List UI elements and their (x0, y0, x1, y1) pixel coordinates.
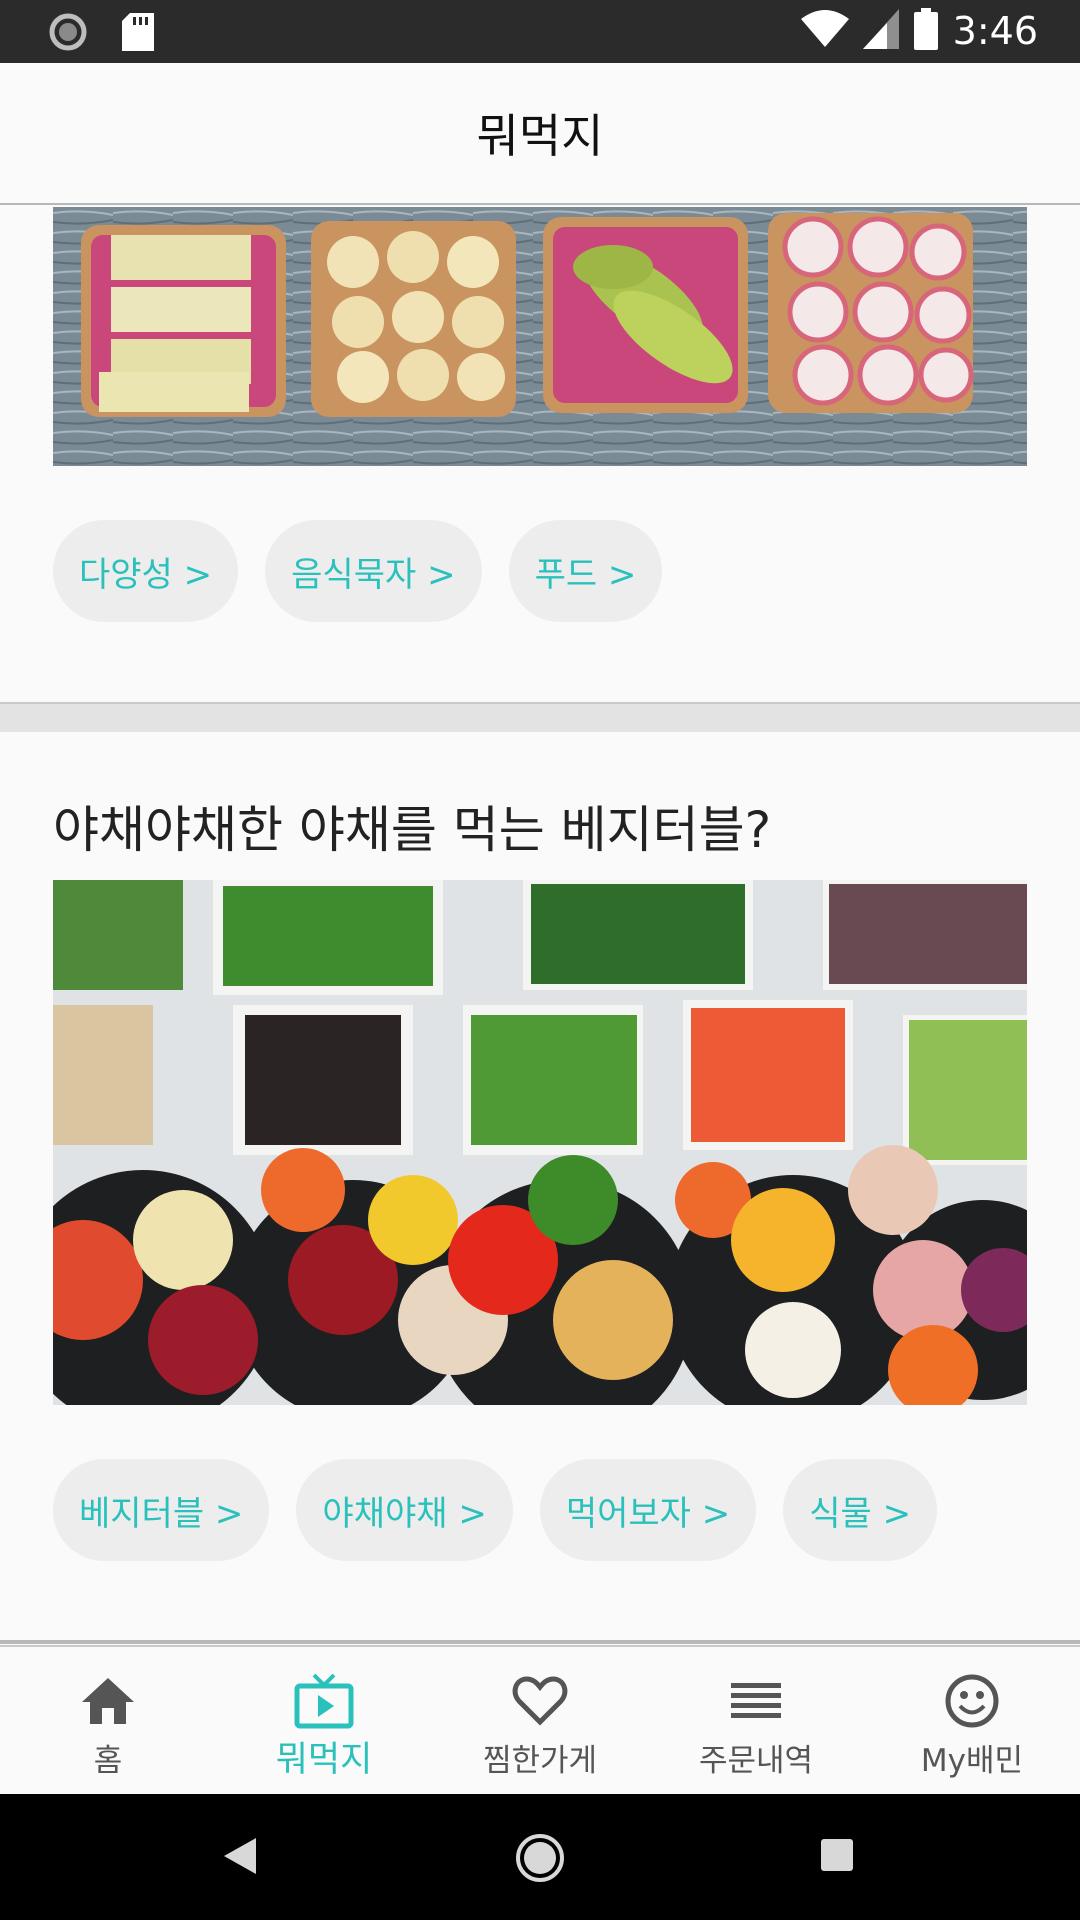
nav-label: 찜한가게 (482, 1743, 598, 1779)
tag-chip[interactable]: 식물 > (783, 1459, 938, 1561)
nav-item-home[interactable]: 홈 (0, 1647, 216, 1794)
tag-row-2: 베지터블 > 야채야채 > 먹어보자 > 식물 > (53, 1459, 938, 1561)
nav-item-orders[interactable]: 주문내역 (648, 1647, 864, 1794)
tag-chip[interactable]: 푸드 > (508, 520, 663, 622)
back-icon[interactable] (222, 1836, 258, 1880)
status-right-icons: 3:46 (800, 8, 1038, 54)
sync-icon (48, 12, 88, 56)
status-left-icons (48, 12, 154, 56)
home-button-icon[interactable] (514, 1832, 566, 1888)
nav-label: 뭐먹지 (275, 1740, 373, 1780)
nav-item-my-page[interactable]: My배민 (864, 1647, 1080, 1794)
toast-photo[interactable] (53, 207, 1027, 466)
system-nav-bar (0, 1794, 1080, 1920)
nav-label: 주문내역 (698, 1743, 814, 1779)
vegetable-photo[interactable] (53, 880, 1027, 1405)
section-divider (0, 702, 1080, 732)
nav-label: My배민 (920, 1743, 1024, 1779)
tag-chip[interactable]: 베지터블 > (53, 1459, 270, 1561)
home-icon (78, 1673, 138, 1729)
tag-chip[interactable]: 음식묵자 > (265, 520, 482, 622)
screen: 3:46 뭐먹지 다양성 > 음식묵자 > 푸드 > 야채야채한 야채를 먹는 … (0, 0, 1080, 1920)
page-title: 뭐먹지 (476, 109, 604, 163)
list-icon (726, 1673, 786, 1729)
content-feed[interactable]: 다양성 > 음식묵자 > 푸드 > 야채야채한 야채를 먹는 베지터블? 베지터… (0, 207, 1080, 1645)
section-title: 야채야채한 야채를 먹는 베지터블? (53, 801, 772, 859)
tag-chip[interactable]: 다양성 > (53, 520, 239, 622)
signal-icon (862, 9, 899, 53)
nav-item-favorites[interactable]: 찜한가게 (432, 1647, 648, 1794)
status-time: 3:46 (952, 9, 1038, 53)
status-bar: 3:46 (0, 0, 1080, 63)
tag-chip[interactable]: 야채야채 > (296, 1459, 513, 1561)
tag-chip[interactable]: 먹어보자 > (539, 1459, 757, 1561)
section-end-rule (0, 1640, 1080, 1644)
smiley-icon (942, 1673, 1002, 1729)
recents-icon[interactable] (820, 1838, 854, 1876)
sd-card-icon (122, 13, 154, 55)
nav-label: 홈 (93, 1743, 123, 1779)
app-bar: 뭐먹지 (0, 63, 1080, 205)
tag-row-1: 다양성 > 음식묵자 > 푸드 > (53, 520, 663, 622)
battery-icon (913, 8, 939, 54)
heart-icon (510, 1673, 570, 1729)
wifi-icon (800, 9, 849, 53)
nav-item-what-to-eat[interactable]: 뭐먹지 (216, 1647, 432, 1794)
tv-play-icon (294, 1673, 354, 1729)
bottom-nav: 홈 뭐먹지 찜한가게 주문내역 My배민 (0, 1645, 1080, 1794)
